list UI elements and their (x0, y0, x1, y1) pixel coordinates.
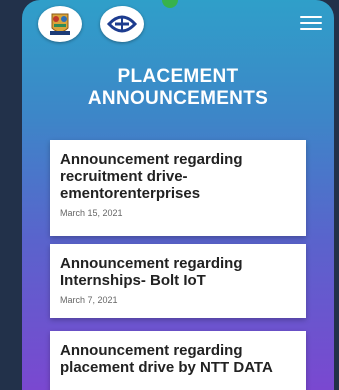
announcement-title[interactable]: Announcement regarding placement drive b… (60, 342, 304, 376)
device-frame: PLACEMENT ANNOUNCEMENTS Announcement reg… (0, 0, 339, 390)
page-title-line1: PLACEMENT (117, 66, 239, 87)
app-screen: PLACEMENT ANNOUNCEMENTS Announcement reg… (22, 0, 334, 390)
announcement-title[interactable]: Announcement regarding recruitment drive… (60, 151, 304, 202)
top-bar (22, 0, 334, 46)
emblem-icon (106, 15, 138, 33)
college-crest-logo[interactable] (38, 6, 82, 42)
page-title: PLACEMENT ANNOUNCEMENTS (22, 66, 334, 110)
crest-icon (50, 13, 70, 35)
status-notch (162, 0, 178, 8)
page-title-line2: ANNOUNCEMENTS (87, 88, 269, 109)
announcement-card[interactable]: Announcement regarding Internships- Bolt… (50, 244, 306, 318)
announcement-title[interactable]: Announcement regarding Internships- Bolt… (60, 255, 304, 289)
institution-emblem-logo[interactable] (100, 6, 144, 42)
hamburger-menu-icon[interactable] (300, 16, 322, 32)
announcement-date: March 7, 2021 (60, 295, 118, 305)
announcement-date: March 15, 2021 (60, 208, 123, 218)
announcement-card[interactable]: Announcement regarding placement drive b… (50, 331, 306, 390)
announcement-card[interactable]: Announcement regarding recruitment drive… (50, 140, 306, 236)
